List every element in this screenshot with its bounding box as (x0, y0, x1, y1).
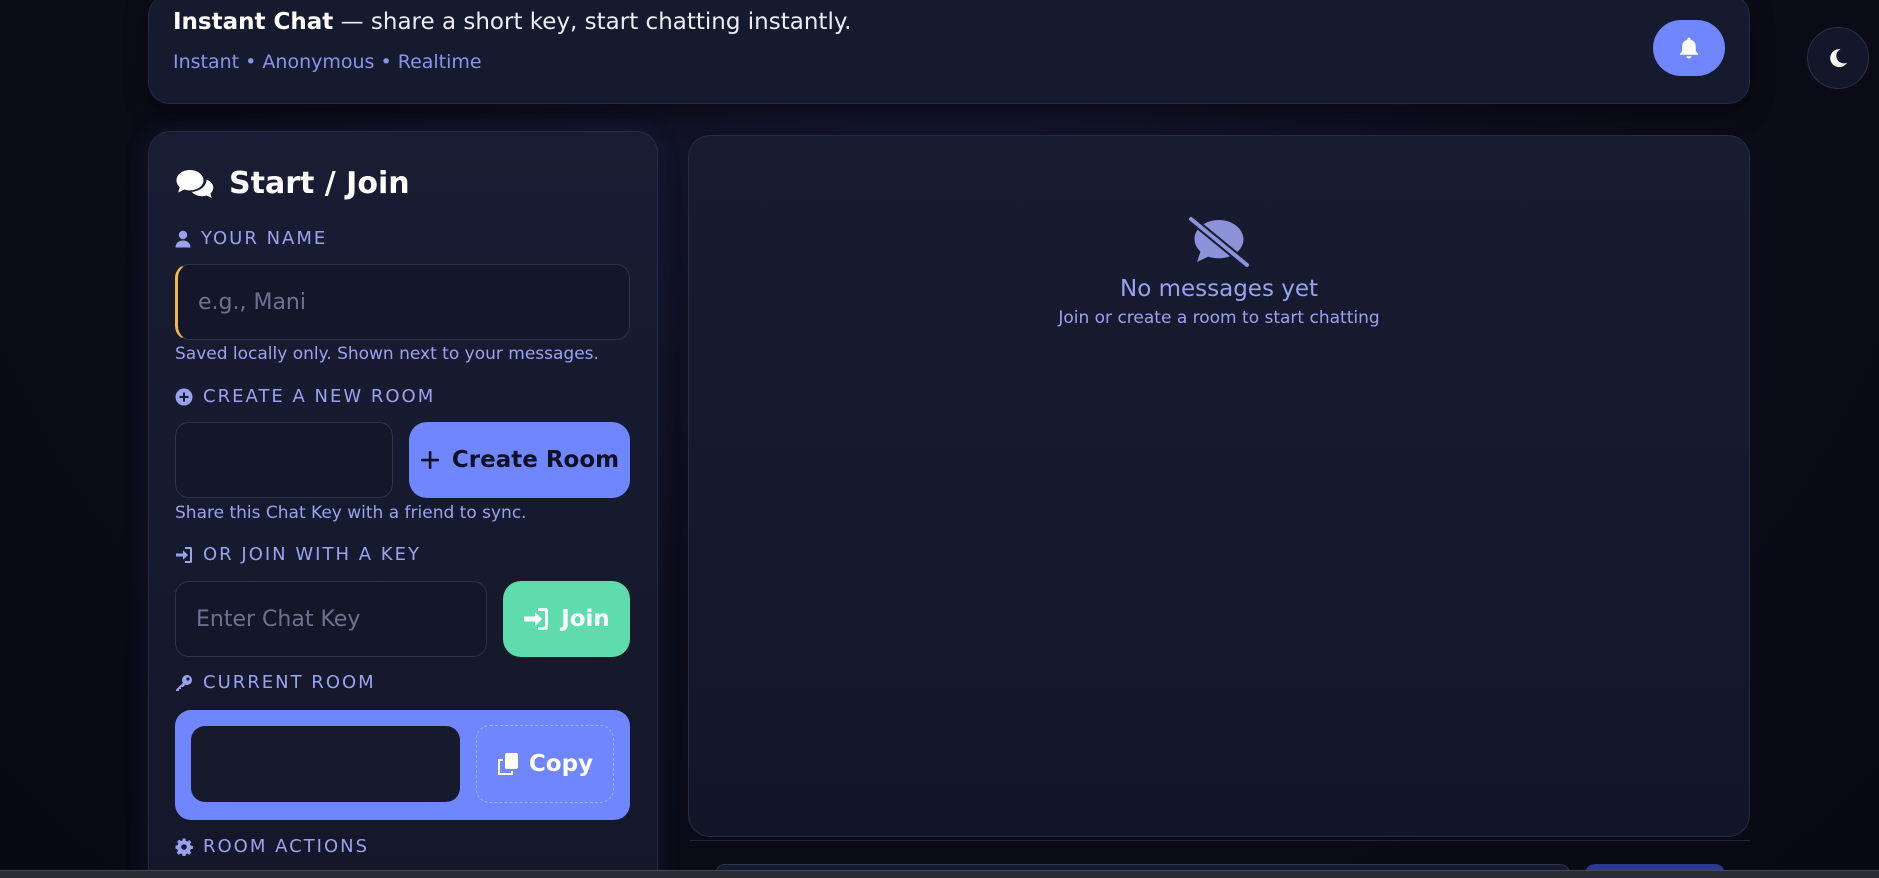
app-name: Instant Chat (173, 9, 334, 35)
header-title: Instant Chat — share a short key, start … (173, 9, 851, 35)
name-input[interactable] (175, 264, 630, 340)
chat-key-input[interactable] (175, 581, 487, 657)
header-tagline: — share a short key, start chatting inst… (333, 9, 852, 35)
plus-icon (420, 451, 439, 469)
empty-state-title: No messages yet (1119, 276, 1319, 302)
moon-icon (1830, 49, 1847, 68)
comments-icon (176, 169, 214, 198)
bell-icon (1680, 37, 1698, 59)
join-button-label: Join (561, 606, 610, 632)
chat-messages-panel: No messages yet Join or create a room to… (688, 135, 1750, 837)
header-subtitle: Instant • Anonymous • Realtime (173, 51, 482, 73)
join-key-label: OR JOIN WITH A KEY (175, 544, 421, 565)
key-icon (176, 674, 192, 691)
empty-state-subtitle: Join or create a room to start chatting (1058, 308, 1380, 328)
copy-icon (497, 753, 518, 775)
panel-title-text: Start / Join (229, 166, 410, 201)
app-header: Instant Chat — share a short key, start … (148, 0, 1750, 104)
theme-toggle-button[interactable] (1807, 27, 1869, 89)
user-icon (175, 230, 191, 247)
current-room-box: Copy (175, 710, 630, 820)
room-actions-label: ROOM ACTIONS (175, 836, 369, 857)
create-room-button[interactable]: Create Room (409, 422, 630, 498)
plus-circle-icon (175, 388, 193, 405)
notifications-button[interactable] (1653, 20, 1725, 76)
your-name-label: YOUR NAME (175, 228, 327, 249)
current-room-label-text: CURRENT ROOM (203, 672, 376, 693)
sign-in-icon (524, 608, 549, 630)
join-button[interactable]: Join (503, 581, 630, 657)
start-join-panel: Start / Join YOUR NAME Saved locally onl… (148, 131, 658, 878)
composer-divider (690, 840, 1750, 841)
sign-in-icon (176, 546, 192, 563)
create-room-button-label: Create Room (451, 447, 620, 473)
copy-button-label: Copy (528, 751, 594, 777)
comment-slash-icon (1187, 216, 1251, 268)
create-room-hint: Share this Chat Key with a friend to syn… (175, 503, 527, 523)
create-room-label: CREATE A NEW ROOM (175, 386, 435, 407)
room-actions-label-text: ROOM ACTIONS (203, 836, 370, 857)
current-room-value (191, 726, 460, 802)
join-key-label-text: OR JOIN WITH A KEY (203, 544, 421, 565)
copy-button[interactable]: Copy (476, 725, 614, 803)
your-name-label-text: YOUR NAME (201, 228, 328, 249)
gear-icon (175, 838, 193, 856)
empty-state: No messages yet Join or create a room to… (689, 216, 1749, 328)
panel-title: Start / Join (175, 166, 410, 201)
name-hint: Saved locally only. Shown next to your m… (175, 344, 599, 364)
create-room-label-text: CREATE A NEW ROOM (203, 386, 436, 407)
new-room-key-field[interactable] (175, 422, 393, 498)
taskbar-strip (0, 870, 1879, 878)
current-room-label: CURRENT ROOM (175, 672, 376, 693)
